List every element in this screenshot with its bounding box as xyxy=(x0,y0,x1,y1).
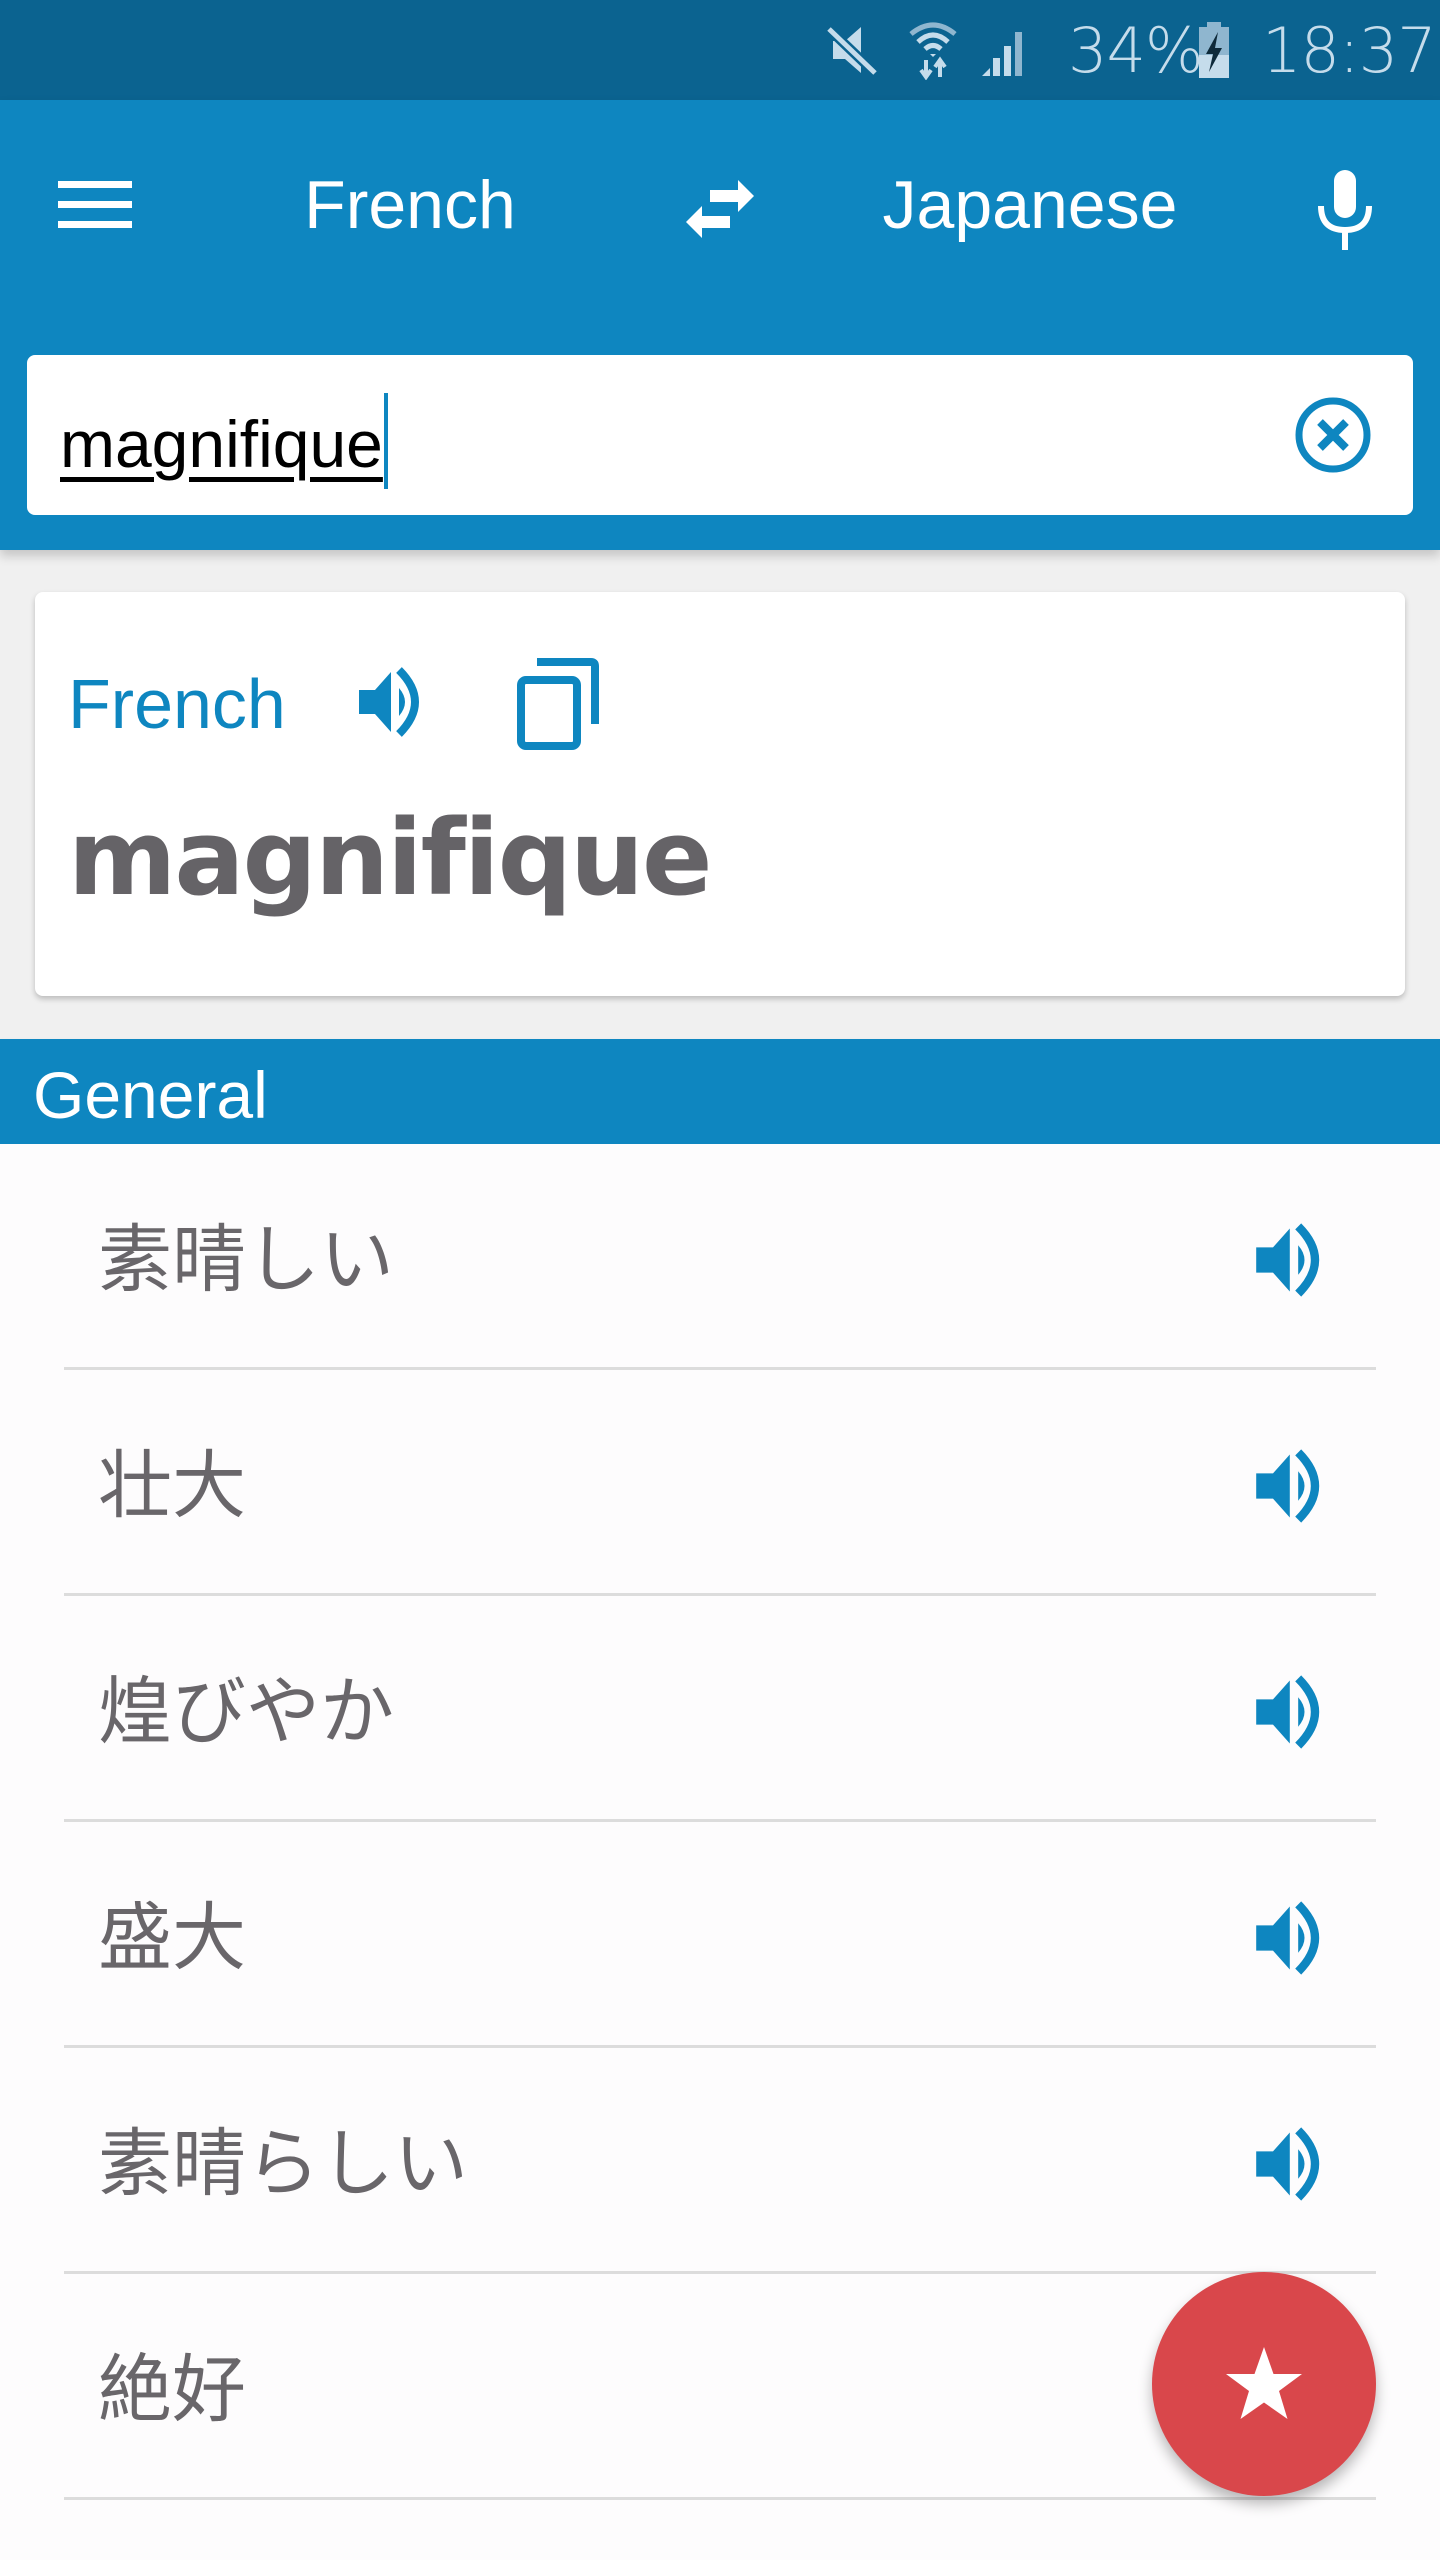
speak-translation-button[interactable] xyxy=(1252,1896,1336,1980)
translation-text: 壮大 xyxy=(98,1443,246,1529)
translation-text: 素晴らしい xyxy=(98,2121,468,2207)
section-title: General xyxy=(33,1058,268,1132)
copy-icon xyxy=(517,658,599,750)
divider xyxy=(64,2497,1376,2500)
translation-text: 絶好 xyxy=(98,2347,246,2433)
speaker-icon xyxy=(1256,2127,1320,2201)
clock: 18:37 xyxy=(1262,13,1437,87)
speak-translation-button[interactable] xyxy=(1252,1670,1336,1754)
microphone-icon xyxy=(1318,170,1372,250)
list-item[interactable]: 素晴らしい xyxy=(0,2048,1440,2274)
clear-circle-icon xyxy=(1295,397,1371,473)
hamburger-menu-icon xyxy=(58,181,132,228)
list-item[interactable]: 盛大 xyxy=(0,1822,1440,2048)
signal-icon xyxy=(980,0,1028,100)
source-word: magnifique xyxy=(68,797,713,919)
speaker-icon xyxy=(1256,1449,1320,1523)
speaker-icon xyxy=(1256,1901,1320,1975)
battery-percent: 34% xyxy=(1068,13,1204,87)
speak-translation-button[interactable] xyxy=(1252,1218,1336,1302)
mute-icon xyxy=(825,0,883,100)
voice-input-button[interactable] xyxy=(1290,155,1400,265)
favorite-fab-button[interactable] xyxy=(1152,2272,1376,2496)
source-language-button[interactable]: French xyxy=(240,155,580,255)
swap-languages-button[interactable] xyxy=(670,165,770,255)
menu-button[interactable] xyxy=(40,150,150,260)
list-item[interactable]: 壮大 xyxy=(0,1370,1440,1596)
copy-button[interactable] xyxy=(515,658,601,750)
search-input-value: magnifique xyxy=(60,407,383,481)
star-icon xyxy=(1226,2347,1302,2419)
speaker-icon xyxy=(359,667,419,737)
speak-source-button[interactable] xyxy=(355,662,435,742)
list-item[interactable]: 素晴しい xyxy=(0,1144,1440,1370)
target-language-button[interactable]: Japanese xyxy=(840,155,1220,255)
battery-charging-icon xyxy=(1198,0,1230,100)
card-language-label: French xyxy=(68,665,286,743)
wifi-icon xyxy=(908,0,958,100)
list-item[interactable]: 煌びやか xyxy=(0,1596,1440,1822)
speaker-icon xyxy=(1256,1223,1320,1297)
speak-translation-button[interactable] xyxy=(1252,1444,1336,1528)
search-box: magnifique xyxy=(27,355,1413,515)
clear-search-button[interactable] xyxy=(1293,395,1373,475)
text-caret xyxy=(383,393,388,489)
translation-text: 素晴しい xyxy=(98,1217,394,1303)
search-input[interactable]: magnifique xyxy=(60,393,388,489)
swap-arrows-icon xyxy=(686,180,754,238)
translation-text: 盛大 xyxy=(98,1895,246,1981)
section-header-general: General xyxy=(0,1039,1440,1144)
translation-text: 煌びやか xyxy=(98,1669,394,1755)
source-word-card: French magnifique xyxy=(35,592,1405,996)
speak-translation-button[interactable] xyxy=(1252,2122,1336,2206)
app-bar: French Japanese magnifique xyxy=(0,100,1440,550)
status-bar: 34% 18:37 xyxy=(0,0,1440,100)
speaker-icon xyxy=(1256,1675,1320,1749)
